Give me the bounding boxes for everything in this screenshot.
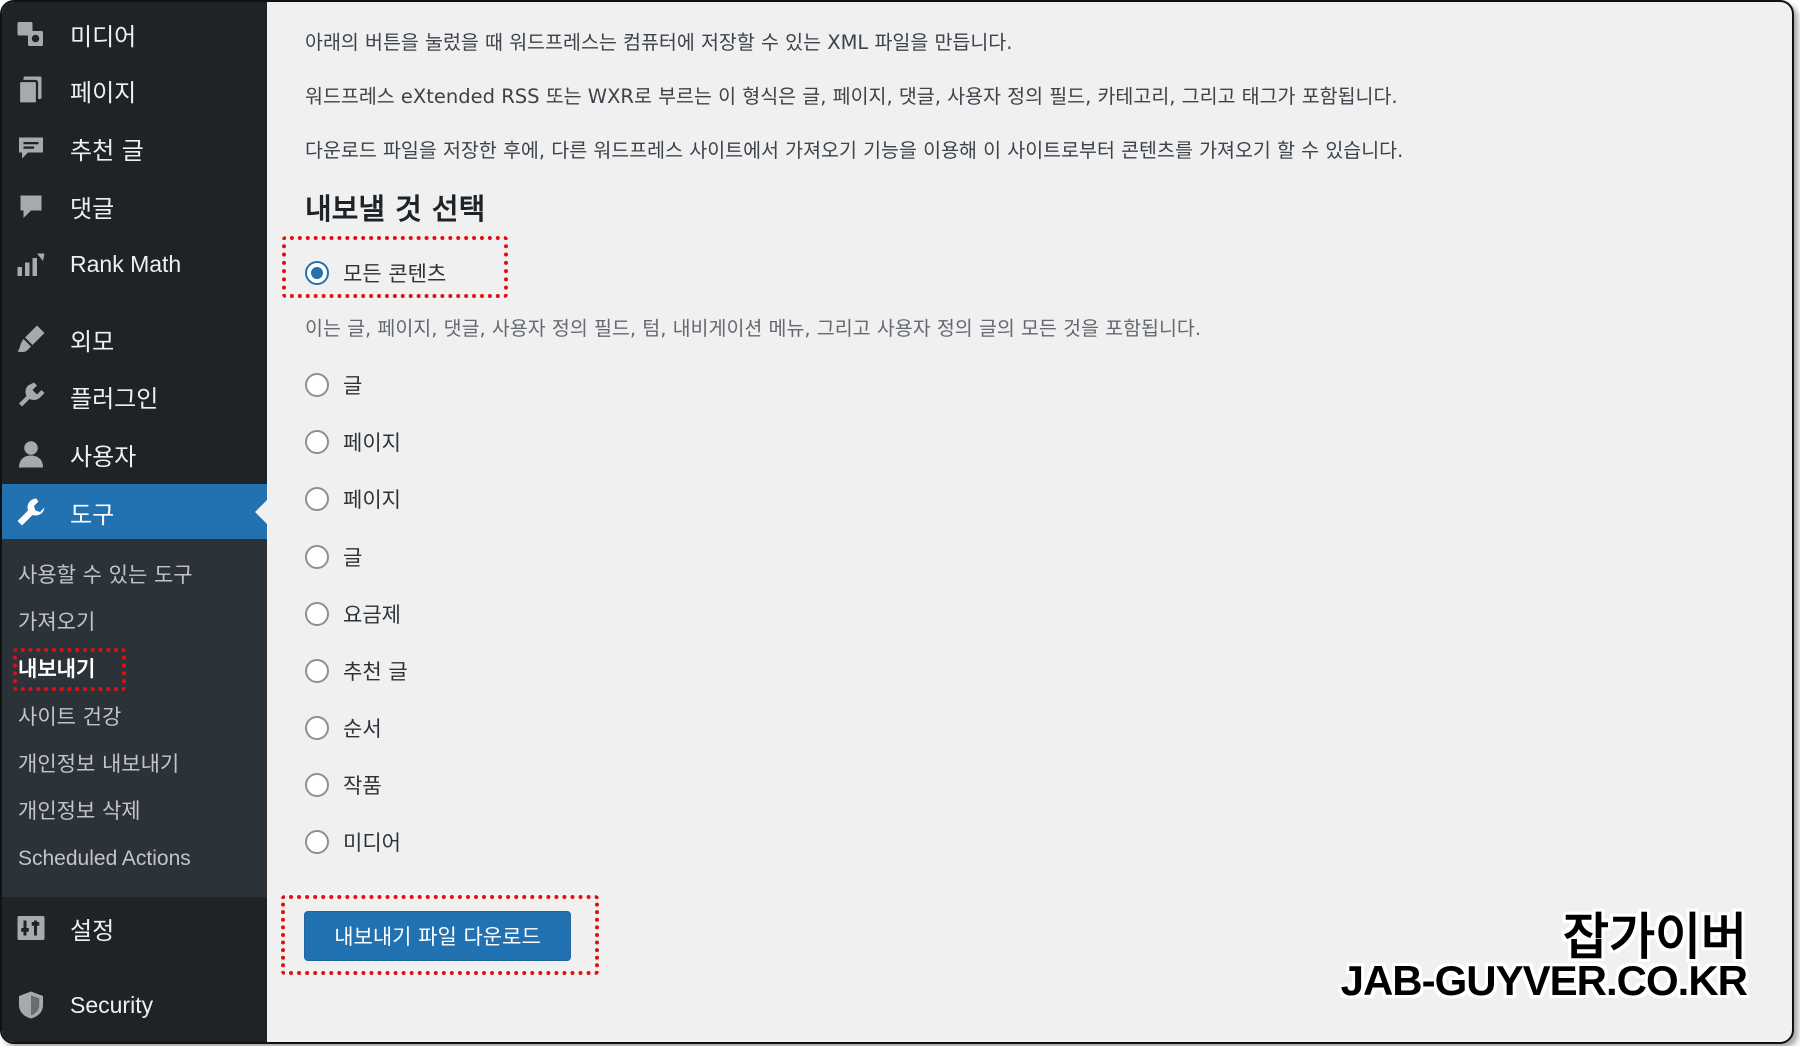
download-export-file-button[interactable]: 내보내기 파일 다운로드	[304, 911, 571, 961]
radio-button[interactable]	[305, 487, 329, 511]
admin-sidebar: 미디어 페이지 추천 글 댓글 Rank Math 외모 플러그인 사용자 도구…	[2, 2, 267, 1042]
radio-label: 페이지	[343, 431, 401, 455]
radio-button[interactable]	[305, 430, 329, 454]
sidebar-item-settings[interactable]: 설정	[2, 900, 267, 956]
submenu-available-tools[interactable]: 사용할 수 있는 도구	[18, 559, 193, 591]
plugin-icon	[14, 379, 48, 413]
radio-button[interactable]	[305, 773, 329, 797]
intro-paragraph-1: 아래의 버튼을 눌렀을 때 워드프레스는 컴퓨터에 저장할 수 있는 XML 파…	[305, 31, 1013, 54]
wrench-icon	[14, 495, 48, 529]
radio-label: 미디어	[343, 831, 401, 855]
user-icon	[14, 437, 48, 471]
sidebar-item-label: 도구	[70, 500, 115, 529]
radio-order[interactable]: 순서	[305, 711, 382, 745]
radio-button[interactable]	[305, 659, 329, 683]
sidebar-item-media[interactable]: 미디어	[2, 6, 267, 62]
sidebar-item-label: 미디어	[70, 22, 137, 51]
radio-posts[interactable]: 글	[305, 368, 362, 402]
sidebar-item-label: Security	[70, 991, 154, 1018]
sidebar-item-users[interactable]: 사용자	[2, 426, 267, 482]
export-page-content: 아래의 버튼을 눌렀을 때 워드프레스는 컴퓨터에 저장할 수 있는 XML 파…	[267, 2, 1792, 1042]
submenu-export-personal-data[interactable]: 개인정보 내보내기	[18, 748, 179, 780]
radio-pricing-plans[interactable]: 요금제	[305, 597, 401, 631]
sidebar-item-appearance[interactable]: 외모	[2, 311, 267, 367]
sidebar-item-label: 사용자	[70, 442, 137, 471]
radio-label: 작품	[343, 774, 382, 798]
radio-button-checked[interactable]	[305, 261, 329, 285]
browser-frame: 미디어 페이지 추천 글 댓글 Rank Math 외모 플러그인 사용자 도구…	[0, 0, 1794, 1044]
shield-icon	[14, 988, 48, 1022]
sidebar-item-rank-math[interactable]: Rank Math	[2, 236, 267, 292]
radio-pages-2[interactable]: 페이지	[305, 482, 401, 516]
rank-math-icon	[14, 247, 48, 281]
active-indicator-arrow	[255, 500, 267, 524]
submenu-import[interactable]: 가져오기	[18, 606, 95, 638]
comment-icon	[14, 189, 48, 223]
appearance-brush-icon	[14, 322, 48, 356]
radio-label: 추천 글	[343, 660, 408, 684]
sidebar-item-plugins[interactable]: 플러그인	[2, 368, 267, 424]
radio-media[interactable]: 미디어	[305, 825, 401, 859]
sidebar-item-label: 댓글	[70, 194, 115, 223]
radio-label: 순서	[343, 717, 382, 741]
sidebar-item-comments[interactable]: 댓글	[2, 178, 267, 234]
radio-label: 페이지	[343, 488, 401, 512]
sidebar-item-label: 설정	[70, 916, 115, 945]
sidebar-item-pages[interactable]: 페이지	[2, 62, 267, 118]
media-icon	[14, 17, 48, 51]
intro-paragraph-3: 다운로드 파일을 저장한 후에, 다른 워드프레스 사이트에서 가져오기 기능을…	[305, 139, 1404, 162]
radio-button[interactable]	[305, 373, 329, 397]
sidebar-item-label: 추천 글	[70, 136, 144, 165]
radio-label: 모든 콘텐츠	[343, 262, 447, 286]
tools-submenu: 사용할 수 있는 도구 가져오기 내보내기 사이트 건강 개인정보 내보내기 개…	[2, 539, 267, 897]
radio-portfolio[interactable]: 작품	[305, 768, 382, 802]
sidebar-item-security[interactable]: Security	[2, 977, 267, 1033]
page-section-title: 내보낼 것 선택	[305, 192, 486, 226]
submenu-site-health[interactable]: 사이트 건강	[18, 701, 121, 733]
radio-testimonials[interactable]: 추천 글	[305, 654, 408, 688]
radio-button[interactable]	[305, 545, 329, 569]
sidebar-item-label: 페이지	[70, 78, 137, 107]
radio-button[interactable]	[305, 602, 329, 626]
radio-label: 글	[343, 374, 363, 398]
sidebar-item-testimonials[interactable]: 추천 글	[2, 120, 267, 176]
radio-pages[interactable]: 페이지	[305, 425, 401, 459]
submenu-scheduled-actions[interactable]: Scheduled Actions	[18, 843, 191, 875]
submenu-erase-personal-data[interactable]: 개인정보 삭제	[18, 795, 141, 827]
radio-posts-2[interactable]: 글	[305, 540, 362, 574]
radio-all-content[interactable]: 모든 콘텐츠	[305, 256, 446, 290]
radio-button[interactable]	[305, 716, 329, 740]
sidebar-item-label: Rank Math	[70, 250, 182, 277]
radio-label: 요금제	[343, 603, 401, 627]
intro-paragraph-2: 워드프레스 eXtended RSS 또는 WXR로 부르는 이 형식은 글, …	[305, 85, 1398, 108]
radio-label: 글	[343, 546, 363, 570]
page-icon	[14, 73, 48, 107]
sidebar-item-label: 외모	[70, 327, 115, 356]
all-content-description: 이는 글, 페이지, 댓글, 사용자 정의 필드, 텀, 내비게이션 메뉴, 그…	[305, 317, 1202, 340]
watermark-url: JAB-GUYVER.CO.KR	[1340, 957, 1748, 1004]
testimonial-icon	[14, 131, 48, 165]
export-highlight-box	[13, 648, 126, 691]
settings-icon	[14, 911, 48, 945]
sidebar-item-label: 플러그인	[70, 384, 159, 413]
sidebar-item-tools[interactable]: 도구	[2, 484, 267, 540]
radio-button[interactable]	[305, 830, 329, 854]
